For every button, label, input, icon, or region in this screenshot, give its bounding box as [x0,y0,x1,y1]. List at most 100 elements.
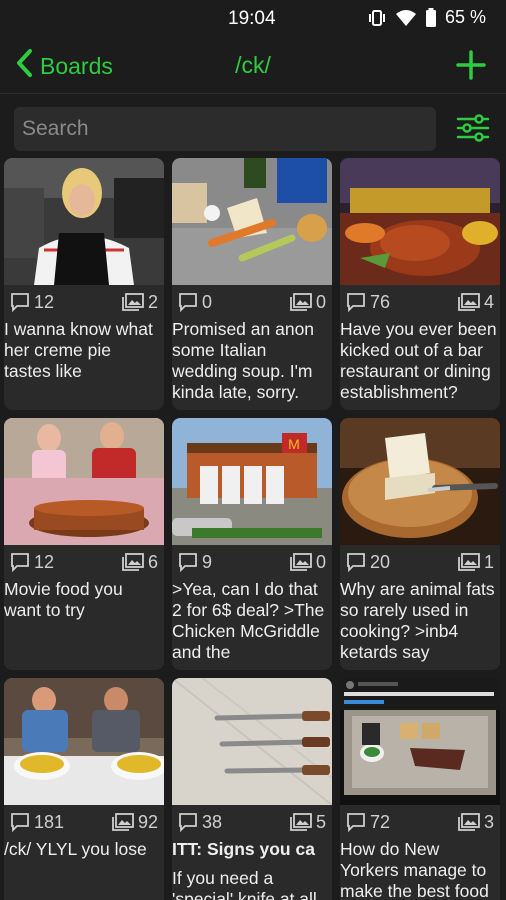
reply-count-value: 12 [34,551,55,572]
thread-text: Why are animal fats so rarely used in co… [340,579,495,662]
svg-text:M: M [288,436,300,452]
thread-counts: 72 3 [340,805,500,839]
thread-thumbnail [172,678,332,805]
thread-subject: ITT: Signs you ca [172,839,315,859]
reply-count: 12 [10,292,54,313]
thread-card[interactable]: 0 0 Promised an anon some Italian weddin… [172,158,332,410]
comment-icon [346,292,366,312]
images-icon [112,813,134,831]
image-count-value: 6 [147,551,158,572]
thread-text: >Yea, can I do that 2 for 6$ deal? >The … [172,579,325,662]
thread-text: If you need a 'special' knife at all you… [172,868,317,900]
reply-count-value: 72 [370,811,391,832]
image-count-value: 0 [315,291,326,312]
board-title: /ck/ [235,52,271,78]
image-count-value: 2 [147,291,158,312]
images-icon [458,553,480,571]
thread-text: /ck/ YLYL you lose [4,839,147,859]
thread-teaser: >Yea, can I do that 2 for 6$ deal? >The … [172,579,332,663]
thread-card[interactable]: 12 2 I wanna know what her creme pie tas… [4,158,164,410]
comment-icon [178,812,198,832]
comment-icon [346,812,366,832]
search-input[interactable] [14,107,436,151]
thread-card[interactable]: 76 4 Have you ever been kicked out of a … [340,158,500,410]
images-icon [458,813,480,831]
thread-counts: 9 0 [172,545,332,579]
image-count-value: 0 [315,551,326,572]
image-count: 0 [290,552,326,573]
image-count: 1 [458,552,494,573]
vibrate-icon [367,8,387,28]
thread-thumbnail [340,678,500,805]
reply-count-value: 20 [370,551,391,572]
thread-thumbnail [4,418,164,545]
search-row [0,104,506,154]
image-count: 92 [112,812,158,833]
reply-count-value: 12 [34,291,55,312]
image-count-value: 5 [315,811,326,832]
comment-icon [10,552,30,572]
thread-text: Promised an anon some Italian wedding so… [172,319,315,402]
thread-teaser: Have you ever been kicked out of a bar r… [340,319,500,403]
thread-counts: 76 4 [340,285,500,319]
catalog-grid: 12 2 I wanna know what her creme pie tas… [4,158,504,900]
images-icon [290,293,312,311]
thread-counts: 12 6 [4,545,164,579]
thread-teaser: ITT: Signs you ca If you need a 'special… [172,839,332,900]
images-icon [290,813,312,831]
thread-teaser: I wanna know what her creme pie tastes l… [4,319,164,403]
images-icon [458,293,480,311]
add-thread-button[interactable] [454,48,488,82]
image-count: 5 [290,812,326,833]
comment-icon [346,552,366,572]
thread-card[interactable]: 72 3 How do New Yorkers manage to make t… [340,678,500,900]
thread-thumbnail [340,158,500,285]
sliders-icon [456,114,490,149]
reply-count: 76 [346,292,390,313]
thread-text: I wanna know what her creme pie tastes l… [4,319,153,381]
status-bar: 19:04 65 % [0,0,506,36]
comment-icon [178,292,198,312]
thread-card[interactable]: 12 6 Movie food you want to try [4,418,164,670]
reply-count: 72 [346,812,390,833]
image-count-value: 1 [483,551,494,572]
image-count: 4 [458,292,494,313]
reply-count: 181 [10,812,64,833]
thread-thumbnail: M [172,418,332,545]
reply-count-value: 9 [202,551,213,572]
wifi-icon [395,9,417,27]
image-count: 6 [122,552,158,573]
reply-count: 12 [10,552,54,573]
thread-counts: 181 92 [4,805,164,839]
reply-count: 38 [178,812,222,833]
images-icon [122,553,144,571]
thread-text: How do New Yorkers manage to make the be… [340,839,489,900]
filter-button[interactable] [456,111,490,145]
thread-teaser: /ck/ YLYL you lose [4,839,164,900]
thread-teaser: Movie food you want to try [4,579,164,663]
image-count: 0 [290,292,326,313]
thread-card[interactable]: 20 1 Why are animal fats so rarely used … [340,418,500,670]
battery-icon [425,7,437,28]
reply-count: 0 [178,292,212,313]
status-icons: 65 % [367,7,486,28]
thread-thumbnail [172,158,332,285]
thread-counts: 38 5 [172,805,332,839]
reply-count-value: 38 [202,811,223,832]
comment-icon [178,552,198,572]
image-count-value: 4 [483,291,494,312]
thread-text: Movie food you want to try [4,579,123,620]
reply-count-value: 76 [370,291,391,312]
thread-teaser: Why are animal fats so rarely used in co… [340,579,500,663]
thread-card[interactable]: 181 92 /ck/ YLYL you lose [4,678,164,900]
thread-teaser: Promised an anon some Italian wedding so… [172,319,332,403]
thread-counts: 0 0 [172,285,332,319]
image-count-value: 3 [483,811,494,832]
thread-card[interactable]: M 9 0 >Yea, can I do that 2 for 6$ deal?… [172,418,332,670]
comment-icon [10,292,30,312]
image-count-value: 92 [137,811,158,832]
thread-card[interactable]: 38 5 ITT: Signs you ca If you need a 'sp… [172,678,332,900]
reply-count: 20 [346,552,390,573]
thread-teaser: How do New Yorkers manage to make the be… [340,839,500,900]
comment-icon [10,812,30,832]
